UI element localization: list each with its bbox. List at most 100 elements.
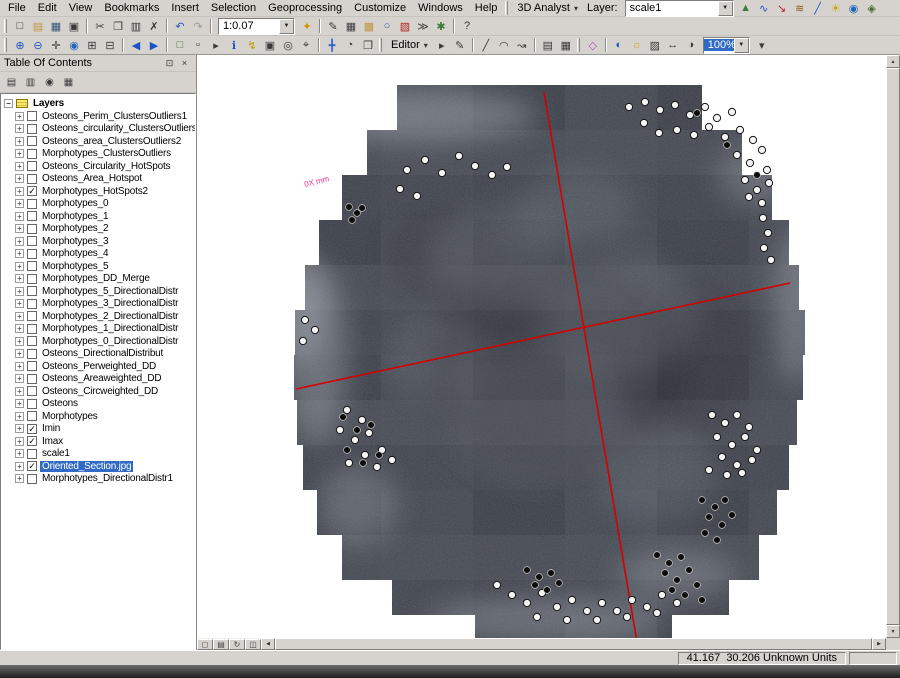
layer-visibility-checkbox[interactable] (27, 274, 37, 284)
layer-item[interactable]: + Osteons_circularity_ClustersOutliers3 (1, 123, 195, 136)
data-view-button[interactable]: ◻ (197, 639, 213, 650)
toc-close-icon[interactable]: × (177, 56, 192, 70)
expand-icon[interactable]: + (15, 137, 24, 146)
layer-visibility-checkbox[interactable] (27, 324, 37, 334)
layer-item[interactable]: + Morphotypes_5_DirectionalDistr (1, 285, 195, 298)
layer-item[interactable]: + Morphotypes_0 (1, 198, 195, 211)
full-extent-icon[interactable]: ◉ (65, 37, 83, 54)
effects-dropdown-icon[interactable]: ▾ (753, 37, 771, 54)
redo-icon[interactable]: ↷ (189, 18, 207, 35)
context-help-icon[interactable]: ? (458, 18, 476, 35)
expand-icon[interactable]: + (15, 437, 24, 446)
expand-icon[interactable]: + (15, 249, 24, 258)
expand-icon[interactable]: + (15, 424, 24, 433)
editor-dropdown[interactable]: Editor ▾ (386, 37, 433, 53)
toolbar-grip[interactable] (505, 1, 508, 15)
brightness-icon[interactable]: ☼ (628, 37, 646, 54)
delete-icon[interactable]: ✗ (145, 18, 163, 35)
expand-icon[interactable]: + (15, 462, 24, 471)
fixed-zoom-in-icon[interactable]: ⊞ (83, 37, 101, 54)
layer-item[interactable]: + Morphotypes (1, 410, 195, 423)
layer-visibility-checkbox[interactable] (27, 286, 37, 296)
layer-visibility-checkbox[interactable] (27, 136, 37, 146)
scroll-down-button[interactable]: ▼ (886, 625, 900, 638)
refresh-view-button[interactable]: ↻ (229, 639, 245, 650)
snapping-icon[interactable]: ◇ (584, 37, 602, 54)
layer-visibility-checkbox[interactable] (27, 299, 37, 309)
swipe-icon[interactable]: ↔ (664, 37, 682, 54)
chevron-down-icon[interactable]: ▼ (718, 1, 733, 16)
layout-view-button[interactable]: ▤ (213, 639, 229, 650)
python-icon[interactable]: ≫ (414, 18, 432, 35)
layer-visibility-checkbox[interactable] (27, 411, 37, 421)
menu-file[interactable]: File (2, 1, 32, 15)
layer-visibility-checkbox[interactable] (27, 249, 37, 259)
layer-visibility-checkbox[interactable] (27, 111, 37, 121)
layer-item[interactable]: + Morphotypes_ClustersOutliers (1, 148, 195, 161)
3d-analyst-dropdown[interactable]: 3D Analyst ▾ (512, 0, 583, 16)
layer-visibility-checkbox[interactable] (27, 124, 37, 134)
map-vertical-scrollbar[interactable]: ▲ ▼ (886, 55, 900, 638)
search-icon[interactable]: ○ (378, 18, 396, 35)
layer-item[interactable]: + Morphotypes_4 (1, 248, 195, 261)
scroll-left-button[interactable]: ◀ (261, 638, 275, 650)
create-tin-icon[interactable]: ▲ (737, 0, 755, 17)
chevron-down-icon[interactable]: ▼ (279, 19, 294, 34)
expand-icon[interactable]: + (15, 237, 24, 246)
menu-selection[interactable]: Selection (205, 1, 262, 15)
layer-visibility-checkbox[interactable]: ✓ (27, 436, 37, 446)
scroll-up-button[interactable]: ▲ (886, 55, 900, 68)
oriented-section-image[interactable]: 0X mm (197, 55, 886, 638)
cut-icon[interactable]: ✂ (91, 18, 109, 35)
layer-visibility-checkbox[interactable] (27, 349, 37, 359)
sketch-tool-icon[interactable]: ✎ (451, 37, 469, 54)
time-slider-icon[interactable]: ◔ (341, 37, 359, 54)
menu-geoprocessing[interactable]: Geoprocessing (262, 1, 348, 15)
layer-item[interactable]: + Osteons_Perim_ClustersOutliers1 (1, 110, 195, 123)
menu-insert[interactable]: Insert (165, 1, 205, 15)
layer-visibility-checkbox[interactable] (27, 199, 37, 209)
layer-item[interactable]: + Osteons_Area_Hotspot (1, 173, 195, 186)
arctoolbox-icon[interactable]: ▧ (396, 18, 414, 35)
layer-combo[interactable]: scale1 ▼ (625, 0, 734, 17)
layer-item[interactable]: + Morphotypes_2 (1, 223, 195, 236)
layer-item[interactable]: + Morphotypes_DD_Merge (1, 273, 195, 286)
layer-item[interactable]: + ✓ Imax (1, 435, 195, 448)
expand-icon[interactable]: + (15, 412, 24, 421)
editor-toolbar-icon[interactable]: ✎ (324, 18, 342, 35)
zoom-in-icon[interactable]: ⊕ (11, 37, 29, 54)
trace-icon[interactable]: ↝ (513, 37, 531, 54)
measure-icon[interactable]: ╋ (323, 37, 341, 54)
menu-bookmarks[interactable]: Bookmarks (98, 1, 165, 15)
globe-view-icon[interactable]: ◉ (845, 0, 863, 17)
layer-item[interactable]: + Osteons_DirectionalDistribut (1, 348, 195, 361)
expand-icon[interactable]: + (15, 212, 24, 221)
layer-visibility-checkbox[interactable]: ✓ (27, 461, 37, 471)
transparency-icon[interactable]: ▨ (646, 37, 664, 54)
expand-icon[interactable]: + (15, 399, 24, 408)
scroll-right-button[interactable]: ▶ (872, 638, 886, 650)
expand-icon[interactable]: + (15, 287, 24, 296)
save-icon[interactable]: ▦ (47, 18, 65, 35)
layer-item[interactable]: + Morphotypes_3 (1, 235, 195, 248)
layer-visibility-checkbox[interactable] (27, 399, 37, 409)
back-extent-icon[interactable]: ◀ (127, 37, 145, 54)
forward-extent-icon[interactable]: ▶ (145, 37, 163, 54)
select-features-icon[interactable]: □ (171, 37, 189, 54)
layer-visibility-checkbox[interactable]: ✓ (27, 186, 37, 196)
expand-icon[interactable]: + (15, 337, 24, 346)
layer-visibility-checkbox[interactable] (27, 161, 37, 171)
expand-icon[interactable]: + (15, 124, 24, 133)
toolbar-grip[interactable] (4, 19, 7, 33)
paste-icon[interactable]: ▥ (127, 18, 145, 35)
identify-icon[interactable]: ℹ (225, 37, 243, 54)
steepest-path-icon[interactable]: ↘ (773, 0, 791, 17)
pan-icon[interactable]: ✛ (47, 37, 65, 54)
catalog-icon[interactable]: ▩ (360, 18, 378, 35)
expand-icon[interactable]: + (15, 387, 24, 396)
map-scale-combo[interactable]: 1:0.07 ▼ (218, 18, 295, 35)
3d-layer-icon[interactable]: ◈ (863, 0, 881, 17)
menu-windows[interactable]: Windows (412, 1, 469, 15)
layer-visibility-checkbox[interactable] (27, 374, 37, 384)
go-to-xy-icon[interactable]: ⌖ (297, 37, 315, 54)
